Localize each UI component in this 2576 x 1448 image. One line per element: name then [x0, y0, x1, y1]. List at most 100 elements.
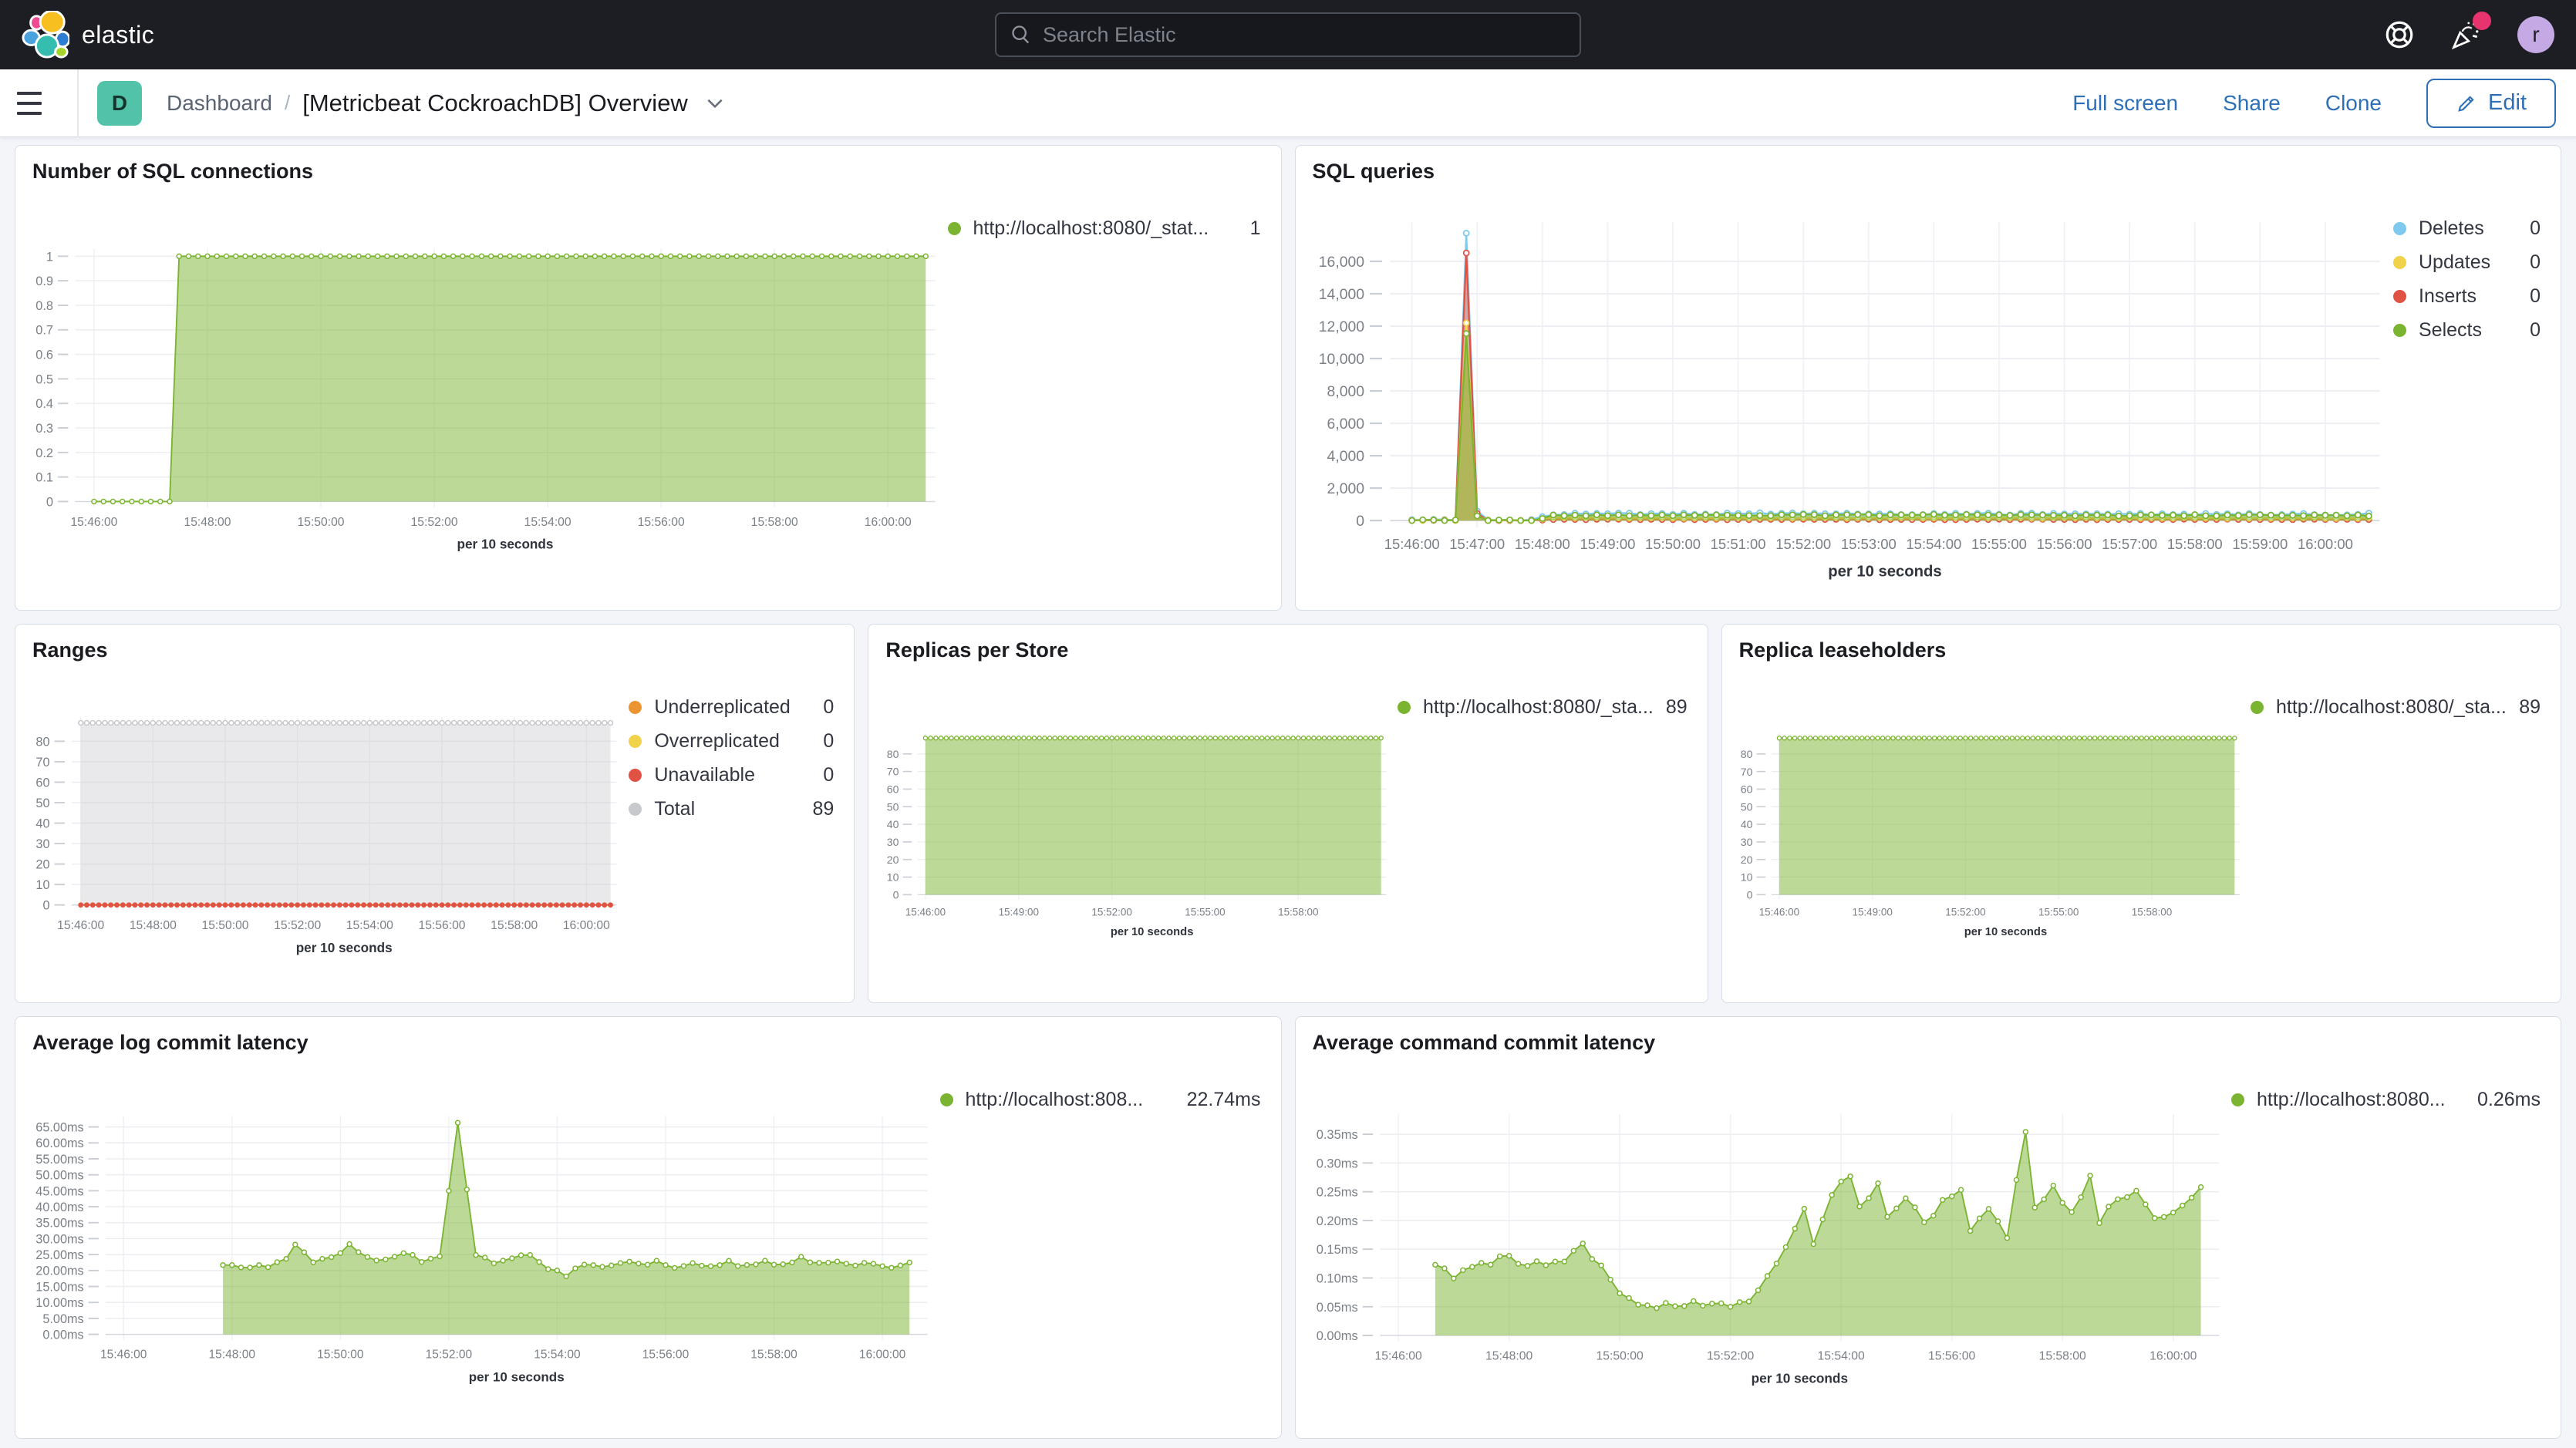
legend-item[interactable]: Updates0 [2393, 251, 2541, 274]
series-area [1411, 323, 2369, 520]
data-point [1958, 1187, 1963, 1192]
data-point [109, 721, 113, 726]
data-point [84, 721, 89, 726]
data-point [871, 1261, 875, 1266]
data-point [1100, 736, 1104, 740]
data-point [1084, 736, 1088, 740]
data-point [591, 1263, 595, 1268]
help-icon [2383, 19, 2416, 51]
sql-queries-chart[interactable]: 16,00014,00012,00010,0008,0006,0004,0002… [1302, 185, 2391, 607]
data-point [799, 1254, 804, 1259]
legend-item[interactable]: Underreplicated0 [629, 696, 834, 719]
data-point [1927, 736, 1931, 740]
data-point [355, 902, 360, 908]
data-point [1286, 736, 1290, 740]
title-options-button[interactable] [705, 96, 725, 111]
data-point [2052, 736, 2055, 740]
data-point [727, 1258, 731, 1263]
data-point [895, 254, 900, 258]
data-point [193, 721, 197, 726]
space-badge[interactable]: D [97, 81, 142, 126]
x-axis-title: per 10 seconds [1751, 1371, 1847, 1386]
data-point [328, 254, 332, 258]
legend-item[interactable]: Deletes0 [2393, 217, 2541, 240]
data-point [1281, 736, 1285, 740]
data-point [566, 902, 572, 908]
command-commit-latency-chart[interactable]: 0.35ms0.30ms0.25ms0.20ms0.15ms0.10ms0.05… [1302, 1056, 2229, 1435]
legend-item[interactable]: http://localhost:8080/_sta...89 [2251, 696, 2541, 719]
data-point [500, 902, 505, 908]
legend-item[interactable]: Overreplicated0 [629, 730, 834, 753]
data-point [1593, 512, 1599, 517]
x-tick-label: 15:47:00 [1449, 536, 1505, 552]
full-screen-button[interactable]: Full screen [2072, 91, 2178, 116]
data-point [1562, 1259, 1566, 1264]
legend-item[interactable]: Total89 [629, 798, 834, 820]
data-point [1027, 736, 1031, 740]
share-button[interactable]: Share [2223, 91, 2281, 116]
data-point [554, 902, 559, 908]
data-point [78, 902, 83, 908]
data-point [374, 1258, 379, 1263]
legend-item[interactable]: Inserts0 [2393, 285, 2541, 308]
newsfeed-button[interactable] [2450, 18, 2483, 52]
data-point [510, 1256, 514, 1261]
legend-value: 0 [823, 730, 834, 753]
data-point [955, 736, 959, 740]
data-point [2235, 513, 2241, 518]
data-point [960, 736, 964, 740]
replica-leaseholders-chart[interactable]: 8070605040302010015:46:0015:49:0015:52:0… [1728, 664, 2247, 999]
data-point [347, 1242, 352, 1247]
search-input[interactable] [1043, 23, 1566, 47]
data-point [1798, 736, 1802, 740]
menu-button[interactable] [17, 69, 63, 137]
log-commit-latency-chart[interactable]: 65.00ms60.00ms55.00ms50.00ms45.00ms40.00… [22, 1056, 937, 1435]
ranges-chart[interactable]: 8070605040302010015:46:0015:48:0015:50:0… [22, 664, 625, 999]
data-point [163, 902, 168, 908]
data-point [90, 721, 95, 726]
breadcrumb-dashboard[interactable]: Dashboard [167, 91, 272, 116]
data-point [2170, 513, 2176, 518]
data-point [1141, 736, 1145, 740]
x-axis-title: per 10 seconds [469, 1369, 565, 1384]
data-point [175, 721, 180, 726]
legend-item[interactable]: Unavailable0 [629, 764, 834, 786]
data-point [2134, 736, 2138, 740]
clone-button[interactable]: Clone [2325, 91, 2382, 116]
legend-item[interactable]: http://localhost:8080/_sta...89 [1398, 696, 1688, 719]
user-avatar[interactable]: r [2517, 16, 2554, 53]
help-button[interactable] [2383, 19, 2416, 51]
panel-number-of-sql-connections: Number of SQL connections 10.90.80.70.60… [15, 145, 1282, 611]
breadcrumb: Dashboard / [Metricbeat CockroachDB] Ove… [167, 89, 725, 117]
data-point [1849, 736, 1853, 740]
data-point [518, 721, 523, 726]
data-point [476, 721, 480, 726]
legend-item[interactable]: Selects0 [2393, 319, 2541, 342]
data-point [1808, 736, 1812, 740]
data-point [1977, 1216, 1981, 1221]
data-point [2004, 736, 2008, 740]
sql-connections-chart[interactable]: 10.90.80.70.60.50.40.30.20.1015:46:0015:… [22, 185, 945, 607]
data-point [307, 721, 312, 726]
data-point [416, 721, 420, 726]
data-point [349, 902, 355, 908]
elastic-home-link[interactable]: elastic [22, 11, 154, 59]
data-point [810, 254, 814, 258]
data-point [253, 902, 258, 908]
global-search[interactable] [995, 12, 1581, 57]
replicas-per-store-chart[interactable]: 8070605040302010015:46:0015:49:0015:52:0… [875, 664, 1394, 999]
legend-item[interactable]: http://localhost:8080...0.26ms [2231, 1089, 2541, 1111]
data-point [1996, 512, 2001, 517]
edit-button[interactable]: Edit [2426, 79, 2556, 128]
legend-item[interactable]: http://localhost:8080/_stat...1 [948, 217, 1261, 240]
legend-item[interactable]: http://localhost:808...22.74ms [940, 1089, 1261, 1111]
data-point [139, 721, 143, 726]
data-point [138, 902, 143, 908]
data-point [536, 721, 541, 726]
data-point [2039, 512, 2045, 517]
data-point [939, 736, 943, 740]
data-point [1768, 513, 1773, 518]
data-point [876, 254, 881, 258]
data-point [1829, 736, 1833, 740]
data-point [103, 721, 107, 726]
